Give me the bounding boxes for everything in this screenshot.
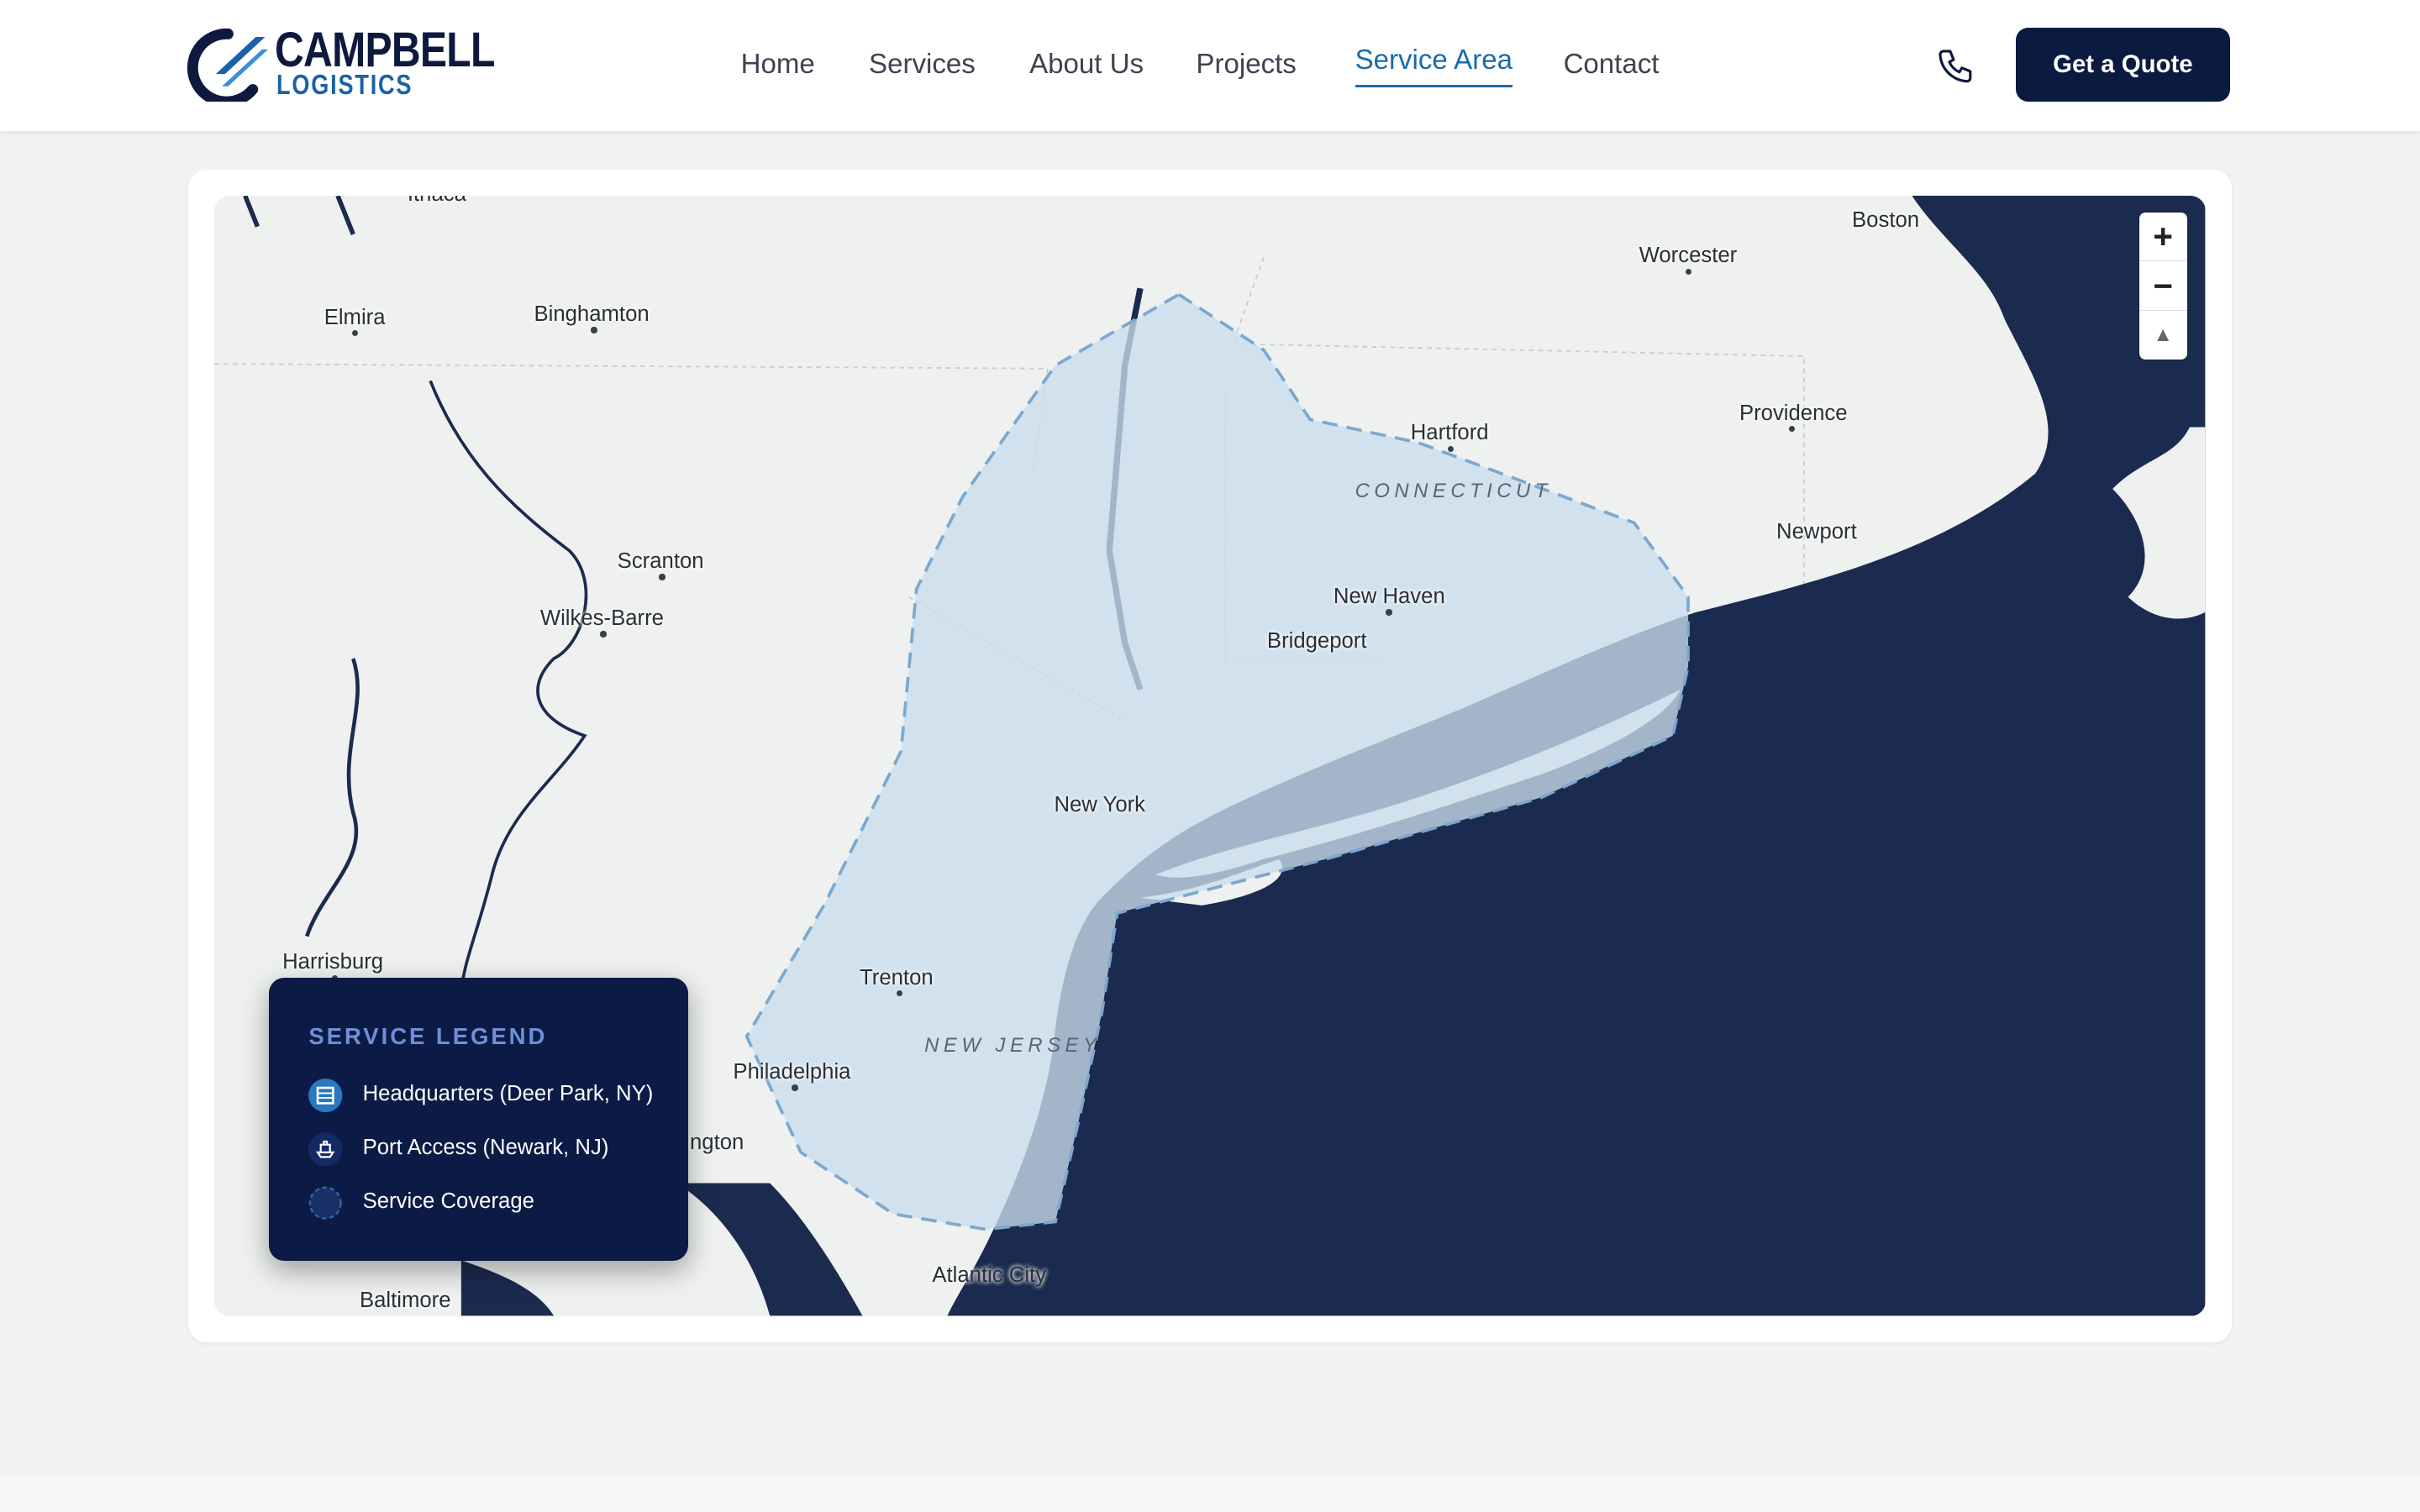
city-marker [659, 574, 666, 580]
city-marker [792, 1084, 798, 1091]
nav-home[interactable]: Home [741, 46, 815, 83]
nav-about-us[interactable]: About Us [1029, 46, 1144, 83]
logo-mark-icon [187, 28, 269, 102]
map-label-city: Baltimore [359, 1288, 451, 1312]
map-label-city: Wilkes-Barre [539, 606, 664, 630]
map-label-city: Binghamton [534, 302, 650, 326]
logo-wordmark: CAMPBELL [274, 23, 495, 78]
map-label-city: Trenton [860, 965, 934, 990]
map-label-city: Elmira [324, 305, 386, 329]
city-marker [600, 631, 607, 638]
legend-label: Port Access (Newark, NJ) [362, 1135, 609, 1159]
map-label-city: ngton [690, 1131, 744, 1155]
nav-projects[interactable]: Projects [1196, 46, 1296, 83]
map-label-city: Newport [1776, 519, 1857, 543]
zoom-in-button[interactable]: + [2139, 213, 2187, 262]
get-a-quote-button[interactable]: Get a Quote [2015, 28, 2231, 102]
map-label-city: New Haven [1333, 585, 1445, 609]
service-legend: SERVICE LEGEND Headquarters (Deer Park, … [268, 978, 689, 1261]
map-label-city: Bridgeport [1266, 629, 1367, 654]
zoom-out-button[interactable]: − [2139, 262, 2187, 312]
map-label-city: New York [1054, 793, 1146, 817]
city-marker [591, 327, 597, 333]
map-label-city: Philadelphia [733, 1059, 851, 1084]
logo-subtitle: LOGISTICS [276, 70, 413, 102]
building-icon [308, 1078, 343, 1113]
nav-service-area[interactable]: Service Area [1355, 42, 1512, 88]
map-label-city: Hartford [1410, 421, 1489, 445]
map-label-city: Worcester [1639, 244, 1738, 268]
map-label-city: Atlantic City [932, 1263, 1047, 1288]
legend-label: Service Coverage [362, 1189, 534, 1214]
map-label-state: NEW JERSEY [924, 1033, 1102, 1057]
nav-contact[interactable]: Contact [1564, 46, 1660, 83]
city-marker [1386, 609, 1392, 616]
map-label-city: Boston [1852, 207, 1920, 232]
compass-reset-button[interactable]: ▲ [2139, 312, 2187, 360]
map-label-city: Providence [1739, 401, 1848, 425]
page-footer-edge [0, 1474, 2420, 1512]
city-marker [1685, 268, 1692, 275]
ship-icon [308, 1132, 343, 1167]
campbell-logistics-logo[interactable]: CAMPBELL LOGISTICS [185, 24, 495, 105]
map-label-city: Harrisburg [282, 950, 384, 974]
nav-services[interactable]: Services [869, 46, 976, 83]
map-zoom-controls: + − ▲ [2139, 213, 2187, 360]
phone-icon[interactable] [1935, 46, 1975, 87]
legend-label: Headquarters (Deer Park, NY) [362, 1081, 654, 1105]
coverage-area-icon [308, 1186, 343, 1221]
map-label-city: Ithaca [408, 196, 466, 206]
map-label-state: CONNECTICUT [1355, 480, 1552, 503]
map-label-city: Scranton [617, 549, 704, 573]
site-header: CAMPBELL LOGISTICS Home Services About U… [0, 0, 2420, 132]
legend-title: SERVICE LEGEND [308, 1022, 548, 1049]
